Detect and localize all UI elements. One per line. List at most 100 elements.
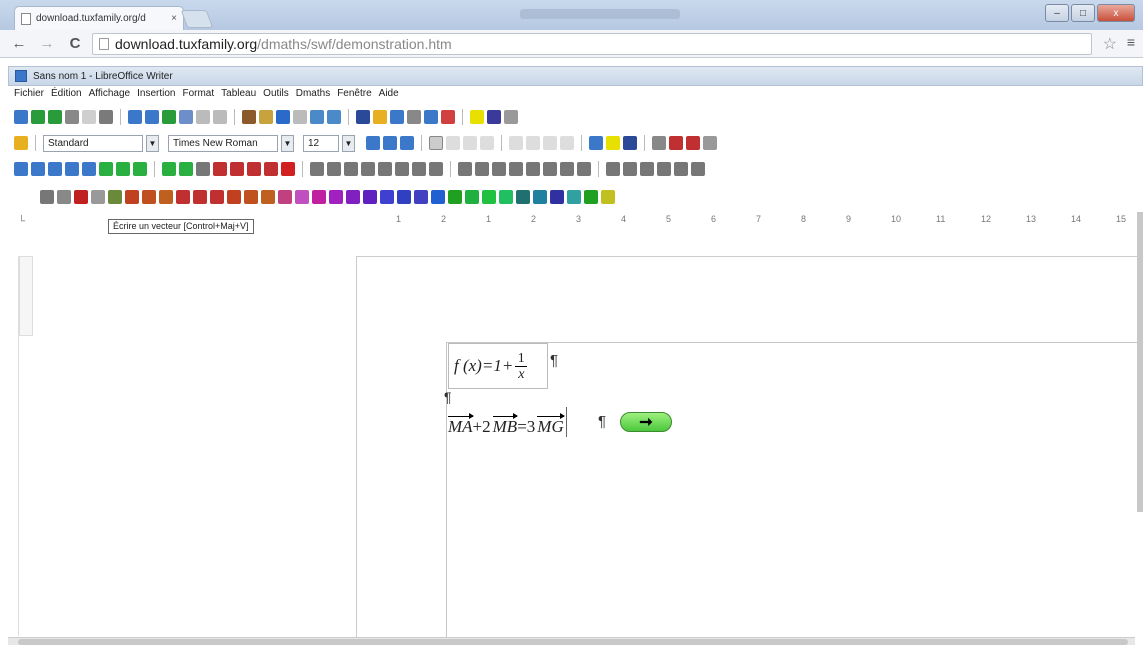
- menu-format[interactable]: Format: [182, 88, 214, 104]
- justify-icon[interactable]: [480, 136, 494, 150]
- toolbar-button-icon[interactable]: [145, 110, 159, 124]
- toolbar-button-icon[interactable]: [657, 162, 671, 176]
- toolbar-button-icon[interactable]: [128, 110, 142, 124]
- dmaths-icon[interactable]: [652, 136, 666, 150]
- toolbar-button-icon[interactable]: [125, 190, 139, 204]
- toolbar-button-icon[interactable]: [373, 110, 387, 124]
- numbering-icon[interactable]: [509, 136, 523, 150]
- menu-tableau[interactable]: Tableau: [221, 88, 256, 104]
- toolbar-button-icon[interactable]: [344, 162, 358, 176]
- vertical-ruler[interactable]: [18, 256, 33, 636]
- toolbar-button-icon[interactable]: [57, 190, 71, 204]
- arrow-button[interactable]: ➞: [620, 412, 672, 432]
- bookmark-star-icon[interactable]: ☆: [1103, 34, 1117, 54]
- toolbar-button-icon[interactable]: [312, 190, 326, 204]
- browser-menu-icon[interactable]: ≡: [1127, 34, 1135, 50]
- browser-tab[interactable]: download.tuxfamily.org/d ×: [14, 6, 184, 30]
- toolbar-button-icon[interactable]: [242, 110, 256, 124]
- toolbar-button-icon[interactable]: [82, 110, 96, 124]
- toolbar-button-icon[interactable]: [310, 110, 324, 124]
- paragraph-style-dropdown-icon[interactable]: ▼: [146, 134, 159, 152]
- toolbar-button-icon[interactable]: [327, 162, 341, 176]
- toolbar-button-icon[interactable]: [276, 110, 290, 124]
- toolbar-button-icon[interactable]: [560, 162, 574, 176]
- toolbar-button-icon[interactable]: [295, 190, 309, 204]
- toolbar-button-icon[interactable]: [424, 110, 438, 124]
- toolbar-button-icon[interactable]: [640, 162, 654, 176]
- toolbar-button-icon[interactable]: [31, 162, 45, 176]
- toolbar-button-icon[interactable]: [99, 162, 113, 176]
- toolbar-button-icon[interactable]: [179, 110, 193, 124]
- toolbar-button-icon[interactable]: [40, 190, 54, 204]
- font-color-icon[interactable]: [589, 136, 603, 150]
- toolbar-button-icon[interactable]: [487, 110, 501, 124]
- toolbar-button-icon[interactable]: [196, 110, 210, 124]
- toolbar-button-icon[interactable]: [227, 190, 241, 204]
- toolbar-button-icon[interactable]: [584, 190, 598, 204]
- align-left-icon[interactable]: [429, 136, 443, 150]
- toolbar-button-icon[interactable]: [567, 190, 581, 204]
- horizontal-ruler[interactable]: 1 2 1 2 3 4 5 6 7 8 9 10 11 12 13 14 15: [356, 212, 1143, 228]
- toolbar-button-icon[interactable]: [230, 162, 244, 176]
- toolbar-button-icon[interactable]: [414, 190, 428, 204]
- shadow-font-icon[interactable]: [400, 136, 414, 150]
- toolbar-button-icon[interactable]: [361, 162, 375, 176]
- toolbar-button-icon[interactable]: [465, 190, 479, 204]
- toolbar-button-icon[interactable]: [213, 110, 227, 124]
- toolbar-button-icon[interactable]: [213, 162, 227, 176]
- menu-outils[interactable]: Outils: [263, 88, 289, 104]
- bullets-icon[interactable]: [526, 136, 540, 150]
- toolbar-button-icon[interactable]: [74, 190, 88, 204]
- toolbar-button-icon[interactable]: [329, 190, 343, 204]
- toolbar-button-icon[interactable]: [390, 110, 404, 124]
- font-size-select[interactable]: 12: [303, 134, 339, 152]
- decrease-indent-icon[interactable]: [543, 136, 557, 150]
- back-button[interactable]: ←: [10, 35, 28, 52]
- toolbar-button-icon[interactable]: [601, 190, 615, 204]
- toolbar-button-icon[interactable]: [31, 110, 45, 124]
- toolbar-button-icon[interactable]: [179, 162, 193, 176]
- toolbar-button-icon[interactable]: [48, 162, 62, 176]
- background-color-icon[interactable]: [623, 136, 637, 150]
- toolbar-button-icon[interactable]: [550, 190, 564, 204]
- toolbar-button-icon[interactable]: [346, 190, 360, 204]
- toolbar-button-icon[interactable]: [458, 162, 472, 176]
- maximize-button[interactable]: □: [1071, 4, 1095, 22]
- shrink-font-icon[interactable]: [383, 136, 397, 150]
- dmaths-icon[interactable]: [703, 136, 717, 150]
- vertical-scrollbar-thumb[interactable]: [1137, 212, 1143, 512]
- toolbar-button-icon[interactable]: [516, 190, 530, 204]
- url-input[interactable]: download.tuxfamily.org/dmaths/swf/demons…: [92, 32, 1092, 55]
- toolbar-button-icon[interactable]: [492, 162, 506, 176]
- toolbar-button-icon[interactable]: [533, 190, 547, 204]
- toolbar-button-icon[interactable]: [281, 162, 295, 176]
- toolbar-button-icon[interactable]: [509, 162, 523, 176]
- toolbar-button-icon[interactable]: [499, 190, 513, 204]
- grow-font-icon[interactable]: [366, 136, 380, 150]
- toolbar-button-icon[interactable]: [412, 162, 426, 176]
- minimize-button[interactable]: –: [1045, 4, 1069, 22]
- toolbar-button-icon[interactable]: [247, 162, 261, 176]
- toolbar-button-icon[interactable]: [674, 162, 688, 176]
- menu-affichage[interactable]: Affichage: [89, 88, 131, 104]
- toolbar-button-icon[interactable]: [431, 190, 445, 204]
- toolbar-button-icon[interactable]: [133, 162, 147, 176]
- toolbar-button-icon[interactable]: [526, 162, 540, 176]
- toolbar-button-icon[interactable]: [429, 162, 443, 176]
- menu-fichier[interactable]: Fichier: [14, 88, 44, 104]
- menu-insertion[interactable]: Insertion: [137, 88, 175, 104]
- toolbar-button-icon[interactable]: [397, 190, 411, 204]
- styles-icon[interactable]: [14, 136, 28, 150]
- toolbar-button-icon[interactable]: [577, 162, 591, 176]
- toolbar-button-icon[interactable]: [65, 110, 79, 124]
- toolbar-button-icon[interactable]: [278, 190, 292, 204]
- toolbar-button-icon[interactable]: [470, 110, 484, 124]
- toolbar-button-icon[interactable]: [380, 190, 394, 204]
- toolbar-button-icon[interactable]: [482, 190, 496, 204]
- horizontal-scrollbar[interactable]: [8, 637, 1135, 645]
- forward-button[interactable]: →: [38, 35, 56, 52]
- toolbar-button-icon[interactable]: [193, 190, 207, 204]
- menu-edition[interactable]: Édition: [51, 88, 82, 104]
- toolbar-button-icon[interactable]: [142, 190, 156, 204]
- toolbar-button-icon[interactable]: [691, 162, 705, 176]
